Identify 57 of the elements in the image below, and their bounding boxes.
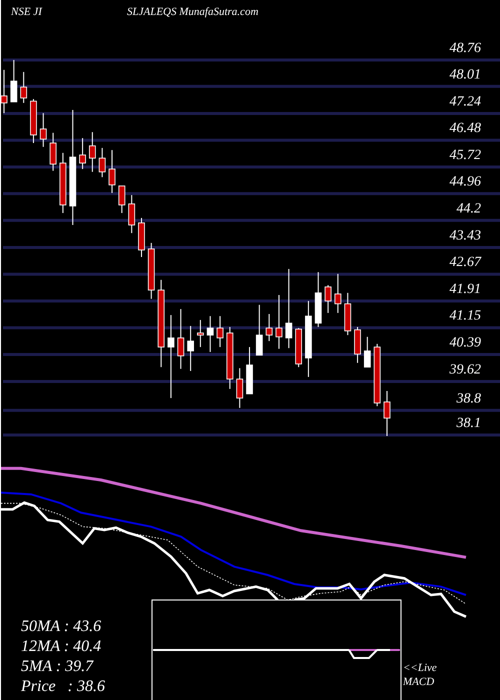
candle xyxy=(226,326,234,390)
price-axis-label: 42.67 xyxy=(450,255,481,270)
candle xyxy=(374,343,381,407)
candle xyxy=(314,272,322,328)
candle xyxy=(118,185,126,214)
candle xyxy=(246,346,253,394)
legend-text: 12MA : 40.4 xyxy=(21,638,102,655)
legend-text: 5MA : 39.7 xyxy=(21,658,94,675)
candle xyxy=(177,308,184,370)
price-axis-label: 43.43 xyxy=(450,228,481,244)
candle xyxy=(148,242,155,300)
candle xyxy=(40,112,47,148)
price-axis-label: 48.76 xyxy=(450,41,481,56)
chart-title: SLJALEQS MunafaSutra.com xyxy=(127,6,258,18)
price-axis-label: 48.01 xyxy=(450,67,481,82)
candle xyxy=(128,194,136,234)
candle xyxy=(138,217,145,258)
price-axis-label: 40.39 xyxy=(450,335,481,350)
candle xyxy=(276,294,282,350)
candle xyxy=(206,316,214,352)
candle xyxy=(98,147,106,178)
price-axis-label: 38.1 xyxy=(456,416,481,431)
price-axis-label: 41.91 xyxy=(450,282,481,297)
candle xyxy=(10,60,18,102)
candle xyxy=(20,71,28,104)
price-axis-label: 41.15 xyxy=(450,308,481,324)
candle xyxy=(187,325,194,372)
price-axis-label: 44.2 xyxy=(456,201,481,216)
candle xyxy=(266,313,273,342)
price-axis-label: 46.48 xyxy=(450,121,481,136)
candle xyxy=(216,316,224,348)
candle xyxy=(30,98,37,144)
price-axis-label: 39.62 xyxy=(450,362,481,378)
candle xyxy=(344,292,352,336)
candle xyxy=(364,336,371,368)
price-axis-label: 47.24 xyxy=(450,94,481,110)
candle xyxy=(334,273,342,314)
candle xyxy=(256,304,263,356)
macd-label: MACD xyxy=(403,676,434,688)
candle xyxy=(79,138,86,170)
price-axis-label: 44.96 xyxy=(450,174,481,190)
candle xyxy=(50,132,56,172)
candle xyxy=(324,284,332,314)
legend-text: 50MA : 43.6 xyxy=(21,618,102,635)
candle xyxy=(88,132,96,172)
legend-text: Price : 38.6 xyxy=(21,678,105,695)
candle xyxy=(60,152,66,214)
macd-label: <<Live xyxy=(403,662,437,674)
candle xyxy=(295,328,302,368)
candle xyxy=(354,326,361,364)
price-axis-label: 45.72 xyxy=(450,148,481,163)
price-axis-label: 38.8 xyxy=(456,391,481,406)
candle xyxy=(197,319,204,348)
exchange-symbol: NSE JI xyxy=(11,6,42,18)
candle xyxy=(384,390,390,437)
candle xyxy=(108,150,116,194)
candle xyxy=(236,368,244,408)
